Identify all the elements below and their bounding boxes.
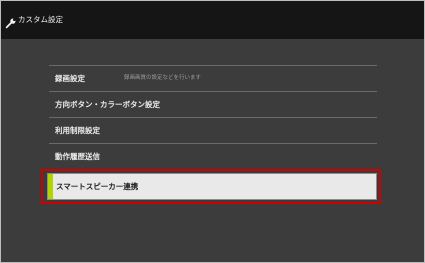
custom-settings-screen: カスタム設定 録画設定 録画画質の設定などを行います 方向ボタン・カラーボタン設… — [0, 0, 425, 263]
menu-item-label: 方向ボタン・カラーボタン設定 — [55, 100, 160, 109]
menu-item-button-settings[interactable]: 方向ボタン・カラーボタン設定 — [49, 92, 377, 118]
page-title: カスタム設定 — [18, 15, 63, 24]
menu-item-description: 録画画質の設定などを行います — [124, 75, 202, 81]
menu-item-label: 録画設定 — [55, 74, 85, 83]
menu-item-usage-restriction[interactable]: 利用制限設定 — [49, 118, 377, 144]
menu-item-label: 利用制限設定 — [55, 126, 100, 135]
menu-item-label: 動作履歴送信 — [55, 152, 100, 161]
settings-menu: 録画設定 録画画質の設定などを行います 方向ボタン・カラーボタン設定 利用制限設… — [49, 65, 377, 170]
selection-indicator — [48, 174, 53, 199]
menu-item-operation-history[interactable]: 動作履歴送信 — [49, 144, 377, 170]
menu-item-recording-settings[interactable]: 録画設定 録画画質の設定などを行います — [49, 65, 377, 92]
menu-item-smart-speaker[interactable]: スマートスピーカー連携 — [47, 173, 377, 200]
title-bar: カスタム設定 — [1, 1, 424, 39]
menu-item-label: スマートスピーカー連携 — [56, 182, 139, 191]
wrench-icon — [5, 14, 17, 29]
